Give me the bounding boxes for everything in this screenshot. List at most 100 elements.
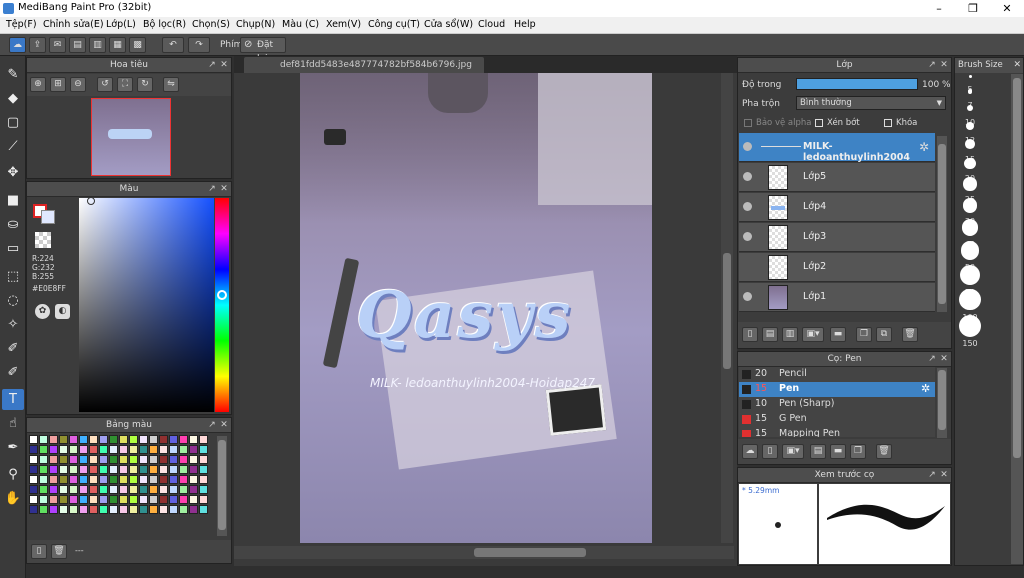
palette-color-swatch[interactable] xyxy=(169,495,178,504)
brush-row[interactable]: 10 Pen (Sharp) xyxy=(739,397,935,412)
palette-color-swatch[interactable] xyxy=(39,495,48,504)
select-pen-tool-icon[interactable]: ✐ xyxy=(2,338,24,359)
palette-color-swatch[interactable] xyxy=(159,465,168,474)
palette-color-swatch[interactable] xyxy=(109,445,118,454)
zoom-in-icon[interactable]: ⊕ xyxy=(30,77,46,92)
new-brush-icon[interactable]: ▯ xyxy=(762,444,778,459)
palette-color-swatch[interactable] xyxy=(189,465,198,474)
add-layer-menu-icon[interactable]: ▣▾ xyxy=(802,327,824,342)
palette-color-swatch[interactable] xyxy=(99,435,108,444)
undock-icon[interactable]: ↗ xyxy=(207,182,217,197)
palette-color-swatch[interactable] xyxy=(89,485,98,494)
palette-color-swatch[interactable] xyxy=(29,485,38,494)
brush-size-dot[interactable] xyxy=(961,219,979,236)
palette-color-swatch[interactable] xyxy=(29,495,38,504)
palette-color-swatch[interactable] xyxy=(199,445,208,454)
palette-color-swatch[interactable] xyxy=(119,485,128,494)
transparent-color-swatch[interactable] xyxy=(35,232,51,248)
new-folder-icon[interactable]: ▬ xyxy=(830,327,846,342)
brush-size-dot[interactable] xyxy=(959,288,981,311)
palette-color-swatch[interactable] xyxy=(79,435,88,444)
palette-color-swatch[interactable] xyxy=(89,455,98,464)
palette-color-swatch[interactable] xyxy=(49,475,58,484)
new-palette-icon[interactable]: ▯ xyxy=(31,544,47,559)
duplicate-brush-icon[interactable]: ❐ xyxy=(850,444,866,459)
palette-color-swatch[interactable] xyxy=(139,465,148,474)
undock-icon[interactable]: ↗ xyxy=(207,418,217,433)
brush-settings-gear-icon[interactable]: ✲ xyxy=(921,382,930,395)
canvas-vertical-scrollbar[interactable] xyxy=(721,73,733,543)
hand-tool-icon[interactable]: ✋ xyxy=(2,488,24,509)
minimize-button[interactable]: – xyxy=(922,0,956,17)
maximize-button[interactable]: ❐ xyxy=(956,0,990,17)
palette-color-swatch[interactable] xyxy=(179,435,188,444)
palette-color-swatch[interactable] xyxy=(199,495,208,504)
layer-row[interactable]: Lớp4 xyxy=(739,193,935,222)
palette-color-swatch[interactable] xyxy=(109,485,118,494)
brush-size-dot[interactable] xyxy=(963,177,977,191)
hue-slider[interactable] xyxy=(215,198,229,412)
close-window-button[interactable]: ✕ xyxy=(990,0,1024,17)
comment-icon[interactable]: ✉ xyxy=(49,37,66,53)
palette-color-swatch[interactable] xyxy=(69,435,78,444)
menu-edit[interactable]: Chỉnh sửa(E) xyxy=(43,19,104,30)
gradient-tool-icon[interactable]: ▭ xyxy=(2,238,24,259)
palette-color-swatch[interactable] xyxy=(109,465,118,474)
divide-tool-icon[interactable]: ✒ xyxy=(2,437,24,458)
palette-color-swatch[interactable] xyxy=(199,435,208,444)
brush-row[interactable]: 15 Mapping Pen xyxy=(739,427,935,437)
layer-scroll-thumb[interactable] xyxy=(938,144,946,304)
palette-color-swatch[interactable] xyxy=(199,505,208,514)
palette-color-swatch[interactable] xyxy=(39,455,48,464)
brush-size-dot[interactable] xyxy=(960,241,980,260)
horizontal-scroll-thumb[interactable] xyxy=(474,548,586,557)
brush-size-dot[interactable] xyxy=(959,314,981,337)
palette-color-swatch[interactable] xyxy=(99,485,108,494)
palette-color-swatch[interactable] xyxy=(179,445,188,454)
palette-color-swatch[interactable] xyxy=(59,445,68,454)
zoom-out-icon[interactable]: ⊖ xyxy=(70,77,86,92)
palette-color-swatch[interactable] xyxy=(139,485,148,494)
palette-color-swatch[interactable] xyxy=(59,435,68,444)
palette-color-swatch[interactable] xyxy=(119,435,128,444)
cloud-icon[interactable]: ☁ xyxy=(9,37,26,53)
palette-color-swatch[interactable] xyxy=(189,435,198,444)
palette-color-swatch[interactable] xyxy=(129,475,138,484)
palette-color-swatch[interactable] xyxy=(169,455,178,464)
palette-color-swatch[interactable] xyxy=(69,475,78,484)
palette-color-swatch[interactable] xyxy=(29,445,38,454)
palette-color-swatch[interactable] xyxy=(79,445,88,454)
menu-view[interactable]: Xem(V) xyxy=(326,19,361,30)
palette-color-swatch[interactable] xyxy=(99,495,108,504)
reset-button[interactable]: ⊘ Đặt lại xyxy=(240,37,286,64)
brush-settings-icon[interactable]: ▤ xyxy=(810,444,826,459)
palette-color-swatch[interactable] xyxy=(119,445,128,454)
move-tool-icon[interactable]: ✥ xyxy=(2,162,24,183)
palette-color-swatch[interactable] xyxy=(159,495,168,504)
layer-row[interactable]: MILK- ledoanthuylinh2004 ✲ xyxy=(739,133,935,163)
palette-color-swatch[interactable] xyxy=(189,445,198,454)
undo-button[interactable]: ↶ xyxy=(162,37,184,53)
magic-wand-tool-icon[interactable]: ✧ xyxy=(2,314,24,335)
palette-color-swatch[interactable] xyxy=(69,445,78,454)
palette-color-swatch[interactable] xyxy=(139,455,148,464)
background-color-swatch[interactable] xyxy=(41,210,55,224)
palette-color-swatch[interactable] xyxy=(29,505,38,514)
color-wheel-icon[interactable]: ◐ xyxy=(55,304,70,319)
select-eraser-tool-icon[interactable]: ✐ xyxy=(2,362,24,383)
brush-row[interactable]: 15 G Pen xyxy=(739,412,935,427)
palette-color-swatch[interactable] xyxy=(169,465,178,474)
palette-color-swatch[interactable] xyxy=(189,485,198,494)
eyedropper-tool-icon[interactable]: ⚲ xyxy=(2,464,24,485)
eye-icon[interactable] xyxy=(743,232,752,241)
rectangle-tool-icon[interactable]: ▢ xyxy=(2,112,24,133)
new-halftone-layer-icon[interactable]: ▤ xyxy=(762,327,778,342)
palette-color-swatch[interactable] xyxy=(179,505,188,514)
palette-color-swatch[interactable] xyxy=(129,465,138,474)
panel-close-icon[interactable]: ✕ xyxy=(939,58,949,73)
palette-color-swatch[interactable] xyxy=(39,465,48,474)
brush-scroll-thumb[interactable] xyxy=(938,370,946,430)
layer-row[interactable]: Lớp3 xyxy=(739,223,935,252)
palette-color-swatch[interactable] xyxy=(179,465,188,474)
delete-layer-icon[interactable]: 🗑 xyxy=(902,327,918,342)
